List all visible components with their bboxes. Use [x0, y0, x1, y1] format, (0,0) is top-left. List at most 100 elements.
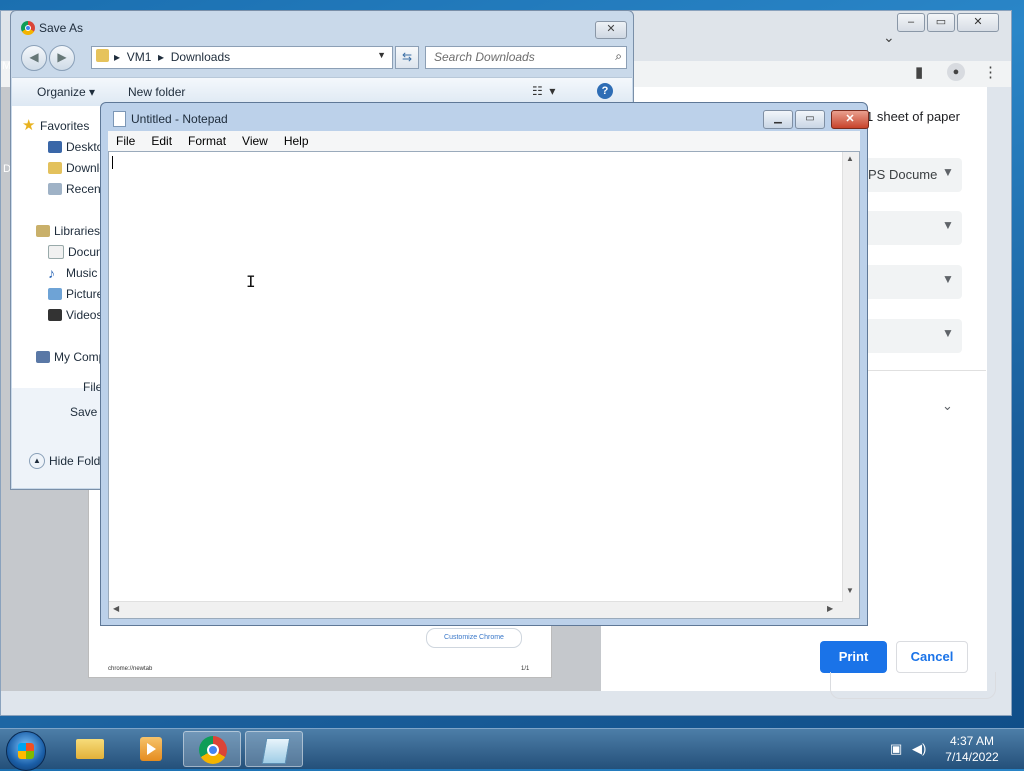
horizontal-scrollbar[interactable]: ◀ ▶ [109, 601, 843, 618]
chrome-maximize-button[interactable]: ▭ [927, 13, 955, 32]
network-icon[interactable]: ▣ [890, 741, 902, 757]
nav-music-label: Music [66, 266, 98, 280]
address-dropdown-icon[interactable]: ▼ [377, 50, 386, 60]
chevron-down-icon: ▼ [942, 165, 954, 179]
vertical-scrollbar[interactable]: ▲ ▼ [842, 152, 859, 602]
chevron-down-icon: ▼ [942, 326, 954, 340]
breadcrumb-separator-icon: ▸ [151, 50, 171, 64]
breadcrumb-downloads[interactable]: Downloads [171, 50, 230, 64]
breadcrumb-vm1[interactable]: VM1 [127, 50, 152, 64]
tab-search-chevron-icon[interactable]: ⌄ [883, 29, 895, 46]
menu-bar: File Edit Format View Help [108, 131, 860, 151]
menu-format[interactable]: Format [180, 131, 234, 151]
chrome-minimize-button[interactable]: – [897, 13, 925, 32]
text-cursor-icon: I [246, 272, 256, 291]
help-icon[interactable]: ? [597, 83, 613, 99]
search-placeholder: Search Downloads [434, 50, 535, 64]
scroll-up-icon[interactable]: ▲ [846, 154, 854, 163]
folder-icon [96, 49, 109, 62]
file-fields-pane [12, 388, 112, 488]
preview-footer-page: 1/1 [521, 666, 530, 672]
new-folder-button[interactable]: New folder [128, 85, 185, 99]
videos-icon [48, 309, 62, 321]
more-settings-chevron-icon[interactable]: ⌄ [942, 398, 953, 414]
libraries-icon [36, 225, 50, 237]
star-icon: ★ [22, 119, 36, 133]
clock-time: 4:37 AM [949, 734, 995, 748]
taskbar-chrome[interactable] [183, 731, 241, 767]
search-input[interactable]: Search Downloads ⌕ [425, 46, 627, 69]
chevron-down-icon: ▼ [942, 272, 954, 286]
notepad-title: Untitled - Notepad [131, 112, 228, 126]
minimize-icon: ▁ [774, 113, 782, 124]
profile-avatar-icon[interactable]: ● [947, 63, 965, 81]
nav-videos-label: Videos [66, 308, 103, 322]
chevron-up-icon: ▲ [29, 453, 45, 469]
nav-libraries-label: Libraries [54, 224, 101, 238]
clock-date: 7/14/2022 [945, 750, 999, 764]
address-bar[interactable]: ▸ VM1 ▸ Downloads ▼ [91, 46, 393, 69]
chrome-close-button[interactable]: ✕ [957, 13, 999, 32]
forward-button[interactable]: ▶ [49, 45, 75, 71]
chevron-down-icon: ▼ [942, 218, 954, 232]
desktop-icon [48, 141, 62, 153]
documents-icon [48, 245, 64, 259]
resize-grip-icon[interactable] [843, 602, 859, 618]
pages-select[interactable]: ▼ [862, 211, 962, 245]
menu-file[interactable]: File [108, 131, 143, 151]
nav-favorites-label: Favorites [40, 119, 90, 133]
sheet-count-label: 1 sheet of paper [866, 109, 960, 124]
chrome-window-controls: – ▭ ✕ [897, 13, 999, 32]
change-view-icon[interactable]: ☷ ▾ [532, 84, 555, 98]
destination-value: PS Docume [868, 167, 938, 182]
customize-chrome-button: Customize Chrome [426, 628, 522, 648]
save-as-close-button[interactable]: ✕ [595, 21, 627, 39]
notepad-text-area[interactable]: ▲ ▼ ◀ ▶ [108, 151, 860, 619]
maximize-icon: ▭ [805, 113, 815, 124]
layout-select[interactable]: ▼ [862, 265, 962, 299]
breadcrumb: ▸ VM1 ▸ Downloads [114, 50, 230, 64]
start-button[interactable] [6, 731, 46, 771]
refresh-button[interactable]: ⇆ [395, 46, 419, 69]
recent-places-icon [48, 183, 62, 195]
taskbar-notepad[interactable] [245, 731, 303, 767]
notepad-icon [261, 738, 291, 764]
close-button[interactable]: ✕ [831, 110, 869, 129]
nav-favorites[interactable]: ★ Favorites [22, 119, 112, 133]
menu-help[interactable]: Help [276, 131, 317, 151]
color-select[interactable]: ▼ [862, 319, 962, 353]
pictures-icon [48, 288, 62, 300]
volume-icon[interactable]: ◀) [912, 741, 926, 757]
system-clock[interactable]: 4:37 AM 7/14/2022 [930, 733, 1014, 765]
scroll-down-icon[interactable]: ▼ [846, 586, 854, 595]
maximize-button[interactable]: ▭ [795, 110, 825, 129]
chrome-menu-icon[interactable]: ⋮ [983, 63, 998, 81]
folder-icon [76, 739, 104, 759]
organize-button[interactable]: Organize ▾ [37, 85, 95, 99]
organize-label: Organize [37, 85, 86, 99]
downloads-folder-icon [48, 162, 62, 174]
chrome-icon [199, 736, 227, 764]
notepad-icon [113, 111, 126, 127]
side-panel-icon[interactable]: ▮ [915, 63, 923, 81]
print-button[interactable]: Print [820, 641, 887, 673]
minimize-button[interactable]: ▁ [763, 110, 793, 129]
taskbar-media-player[interactable] [120, 731, 178, 767]
menu-edit[interactable]: Edit [143, 131, 180, 151]
scroll-left-icon[interactable]: ◀ [113, 604, 119, 613]
taskbar-explorer[interactable] [60, 731, 118, 767]
settings-divider [862, 370, 986, 371]
cancel-button[interactable]: Cancel [896, 641, 968, 673]
notepad-window: Untitled - Notepad ▁ ▭ ✕ File Edit Forma… [100, 102, 869, 626]
destination-select[interactable]: PS Docume ▼ [862, 158, 962, 192]
menu-view[interactable]: View [234, 131, 276, 151]
chrome-logo-icon [21, 21, 35, 35]
scroll-right-icon[interactable]: ▶ [827, 604, 833, 613]
back-button[interactable]: ◀ [21, 45, 47, 71]
breadcrumb-separator-icon: ▸ [114, 50, 127, 64]
dialog-outline [830, 672, 996, 699]
save-as-title: Save As [39, 21, 84, 35]
close-icon: ✕ [845, 113, 855, 125]
media-player-icon [140, 737, 162, 761]
music-icon: ♪ [48, 266, 55, 280]
